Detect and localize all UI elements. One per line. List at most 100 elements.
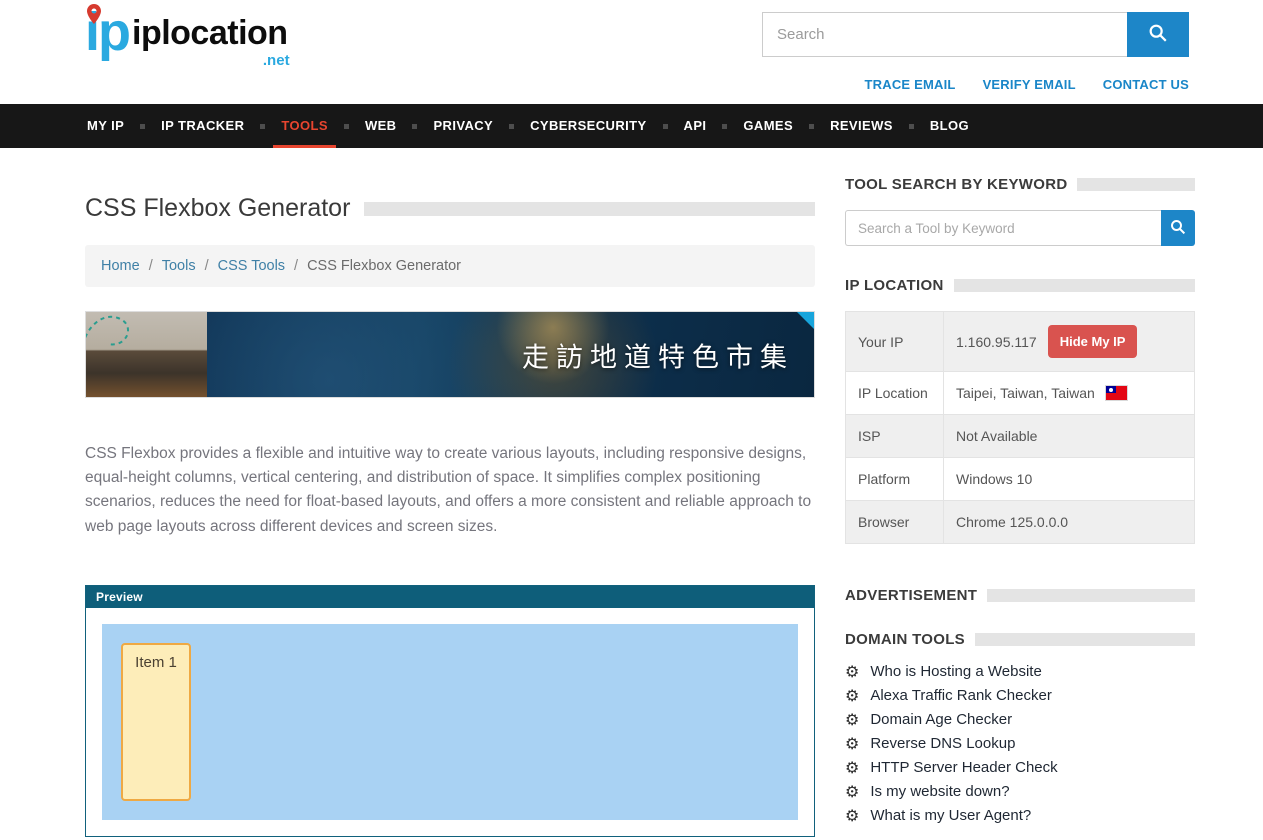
gear-icon: ⚙: [845, 664, 859, 680]
row-label: IP Location: [846, 372, 944, 415]
nav-item-blog[interactable]: BLOG: [928, 104, 971, 148]
flexbox-preview-item: Item 1: [121, 643, 191, 801]
domain-tool-website-down-link[interactable]: ⚙ Is my website down?: [845, 783, 1195, 800]
title-decoration-bar: [364, 202, 815, 216]
advertisement-heading: ADVERTISEMENT: [845, 587, 977, 604]
preview-panel-body: Item 1: [86, 608, 814, 836]
advertisement-heading-row: ADVERTISEMENT: [845, 587, 1195, 604]
nav-separator: [809, 124, 814, 129]
breadcrumb: Home / Tools / CSS Tools / CSS Flexbox G…: [85, 245, 815, 287]
tool-search-heading-row: TOOL SEARCH BY KEYWORD: [845, 176, 1195, 193]
header-search-button[interactable]: [1127, 12, 1189, 57]
preview-panel: Preview Item 1: [85, 585, 815, 837]
table-row: Your IP 1.160.95.117 Hide My IP: [846, 312, 1195, 372]
breadcrumb-tools[interactable]: Tools: [162, 258, 196, 274]
trace-email-link[interactable]: TRACE EMAIL: [865, 77, 956, 92]
nav-separator: [260, 124, 265, 129]
site-header: ip iplocation.net TRACE EMAIL VERIFY EMA…: [0, 0, 1263, 104]
tool-search-heading: TOOL SEARCH BY KEYWORD: [845, 176, 1067, 193]
breadcrumb-separator: /: [149, 258, 153, 274]
row-label: Platform: [846, 458, 944, 501]
contact-us-link[interactable]: CONTACT US: [1103, 77, 1189, 92]
table-row: Browser Chrome 125.0.0.0: [846, 501, 1195, 544]
taiwan-flag-icon: [1106, 386, 1127, 400]
nav-separator: [509, 124, 514, 129]
nav-separator: [140, 124, 145, 129]
list-item-label: Domain Age Checker: [870, 711, 1012, 728]
content-wrap: CSS Flexbox Generator Home / Tools / CSS…: [0, 148, 1263, 837]
header-search: [762, 12, 1189, 57]
ad-image-left: [86, 312, 207, 397]
title-row: CSS Flexbox Generator: [85, 194, 815, 223]
domain-tools-list: ⚙ Who is Hosting a Website ⚙ Alexa Traffic…: [845, 663, 1195, 824]
header-links: TRACE EMAIL VERIFY EMAIL CONTACT US: [865, 77, 1189, 92]
breadcrumb-separator: /: [294, 258, 298, 274]
gear-icon: ⚙: [845, 760, 859, 776]
domain-tool-alexa-rank-link[interactable]: ⚙ Alexa Traffic Rank Checker: [845, 687, 1195, 704]
list-item-label: Who is Hosting a Website: [870, 663, 1041, 680]
page-title: CSS Flexbox Generator: [85, 194, 350, 223]
header-search-input[interactable]: [762, 12, 1127, 57]
row-value-cell: 1.160.95.117 Hide My IP: [944, 312, 1195, 372]
nav-item-my-ip[interactable]: MY IP: [85, 104, 126, 148]
preview-panel-header: Preview: [86, 586, 814, 608]
domain-tools-heading-row: DOMAIN TOOLS: [845, 631, 1195, 648]
domain-tool-domain-age-link[interactable]: ⚙Domain Age Checker: [845, 711, 1195, 728]
domain-tool-user-agent-link[interactable]: ⚙What is my User Agent?: [845, 807, 1195, 824]
gear-icon: ⚙: [845, 784, 859, 800]
row-label: ISP: [846, 415, 944, 458]
table-row: Platform Windows 10: [846, 458, 1195, 501]
ad-image-right: 走訪地道特色市集: [207, 312, 814, 397]
tool-search-input[interactable]: [845, 210, 1161, 246]
nav-item-web[interactable]: WEB: [363, 104, 399, 148]
nav-item-cybersecurity[interactable]: CYBERSECURITY: [528, 104, 648, 148]
nav-item-reviews[interactable]: REVIEWS: [828, 104, 895, 148]
logo-tld: .net: [263, 52, 290, 69]
list-item-label: Alexa Traffic Rank Checker: [870, 687, 1051, 704]
breadcrumb-current: CSS Flexbox Generator: [307, 258, 461, 274]
breadcrumb-home[interactable]: Home: [101, 258, 140, 274]
logo-wordmark: iplocation.net: [132, 14, 288, 56]
domain-tools-heading: DOMAIN TOOLS: [845, 631, 965, 648]
nav-item-privacy[interactable]: PRIVACY: [431, 104, 495, 148]
nav-item-ip-tracker[interactable]: IP TRACKER: [159, 104, 246, 148]
nav-separator: [412, 124, 417, 129]
heading-decoration-bar: [1077, 178, 1195, 191]
nav-item-api[interactable]: API: [682, 104, 709, 148]
tool-description: CSS Flexbox provides a flexible and intu…: [85, 442, 815, 539]
domain-tool-reverse-dns-link[interactable]: ⚙Reverse DNS Lookup: [845, 735, 1195, 752]
ip-location-heading: IP LOCATION: [845, 277, 944, 294]
ad-banner[interactable]: 走訪地道特色市集: [85, 311, 815, 398]
row-value-cell: Taipei, Taiwan, Taiwan: [944, 372, 1195, 415]
adchoices-icon[interactable]: [797, 312, 814, 329]
tool-search: [845, 210, 1195, 246]
nav-item-tools[interactable]: TOOLS: [279, 104, 330, 148]
hide-my-ip-button[interactable]: Hide My IP: [1048, 325, 1138, 358]
site-logo[interactable]: ip iplocation.net: [85, 10, 288, 56]
main-column: CSS Flexbox Generator Home / Tools / CSS…: [85, 176, 815, 837]
tool-search-button[interactable]: [1161, 210, 1195, 246]
nav-separator: [663, 124, 668, 129]
your-ip-value: 1.160.95.117: [956, 334, 1037, 350]
list-item-label: Is my website down?: [870, 783, 1009, 800]
heading-decoration-bar: [975, 633, 1195, 646]
table-row: IP Location Taipei, Taiwan, Taiwan: [846, 372, 1195, 415]
ad-headline: 走訪地道特色市集: [522, 335, 794, 374]
search-icon: [1147, 22, 1169, 47]
sidebar: TOOL SEARCH BY KEYWORD IP LOCATION Your …: [845, 176, 1195, 837]
verify-email-link[interactable]: VERIFY EMAIL: [983, 77, 1076, 92]
breadcrumb-separator: /: [205, 258, 209, 274]
domain-tool-hosting-link[interactable]: ⚙ Who is Hosting a Website: [845, 663, 1195, 680]
heading-decoration-bar: [987, 589, 1195, 602]
gear-icon: ⚙: [845, 736, 859, 752]
breadcrumb-css-tools[interactable]: CSS Tools: [218, 258, 285, 274]
flexbox-preview-container: Item 1: [102, 624, 798, 820]
gear-icon: ⚙: [845, 688, 859, 704]
gear-icon: ⚙: [845, 808, 859, 824]
browser-value: Chrome 125.0.0.0: [944, 501, 1195, 544]
nav-separator: [909, 124, 914, 129]
domain-tool-http-header-link[interactable]: ⚙HTTP Server Header Check: [845, 759, 1195, 776]
nav-item-games[interactable]: GAMES: [741, 104, 795, 148]
location-pin-icon: [86, 4, 102, 29]
search-icon: [1169, 218, 1187, 239]
